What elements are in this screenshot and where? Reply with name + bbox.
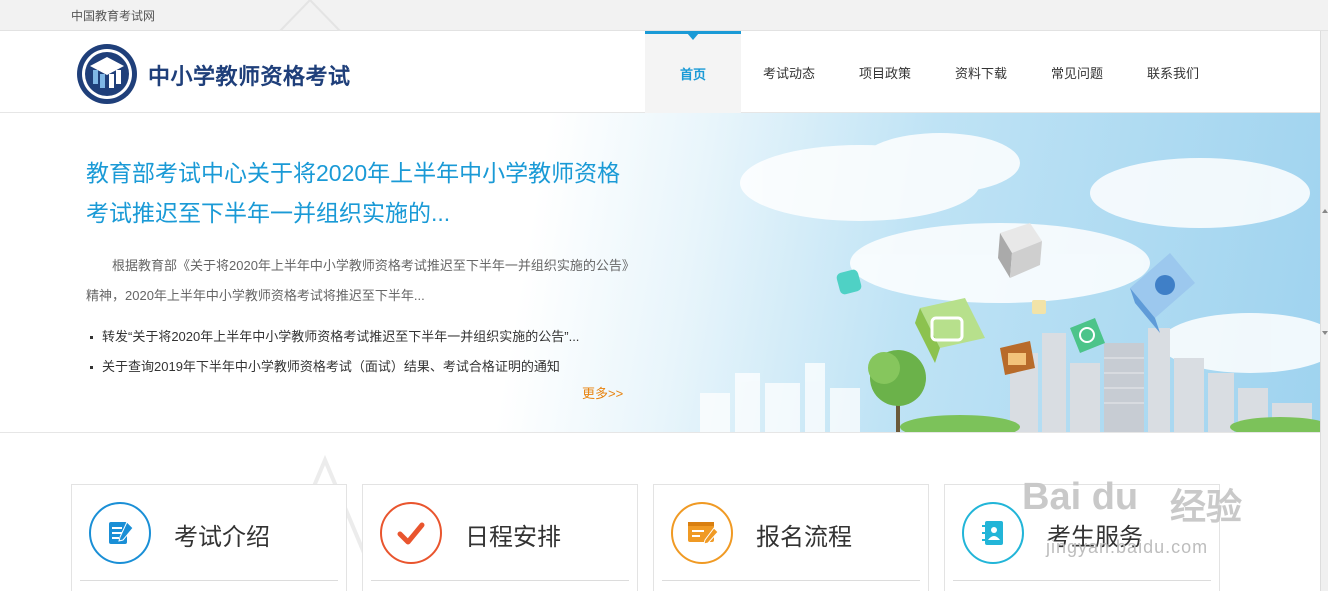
checkmark-icon — [380, 502, 442, 564]
card-divider — [371, 580, 629, 581]
nav-item-contact[interactable]: 联系我们 — [1125, 31, 1221, 113]
card-divider — [80, 580, 338, 581]
hero-banner: 教育部考试中心关于将2020年上半年中小学教师资格考试推迟至下半年一并组织实施的… — [0, 113, 1320, 433]
nav-item-faq[interactable]: 常见问题 — [1029, 31, 1125, 113]
headline-summary: 根据教育部《关于将2020年上半年中小学教师资格考试推迟至下半年一并组织实施的公… — [86, 258, 635, 303]
headline-link[interactable]: 教育部考试中心关于将2020年上半年中小学教师资格考试推迟至下半年一并组织实施的… — [86, 153, 626, 233]
exam-logo-icon[interactable] — [76, 43, 138, 105]
watermark-logo: Bai du — [1022, 476, 1139, 518]
card-title: 考试介绍 — [174, 524, 270, 551]
watermark-url: jingyan.baidu.com — [1046, 537, 1209, 557]
scroll-down-icon[interactable] — [1322, 331, 1328, 335]
nav-item-exam-news[interactable]: 考试动态 — [741, 31, 837, 113]
site-name-link[interactable]: 中国教育考试网 — [71, 7, 155, 24]
more-link[interactable]: 更多>> — [582, 383, 623, 402]
page-scrollbar[interactable] — [1320, 31, 1328, 591]
news-item[interactable]: 转发“关于将2020年上半年中小学教师资格考试推迟至下半年一并组织实施的公告”.… — [88, 322, 648, 352]
card-title: 报名流程 — [756, 524, 852, 551]
site-brand-title[interactable]: 中小学教师资格考试 — [148, 59, 351, 91]
document-pen-icon — [89, 502, 151, 564]
nav-item-downloads[interactable]: 资料下载 — [933, 31, 1029, 113]
main-nav: 首页 考试动态 项目政策 资料下载 常见问题 联系我们 — [645, 31, 1221, 113]
watermark-label: 经验 — [1170, 486, 1243, 527]
scroll-up-icon[interactable] — [1322, 209, 1328, 213]
form-pen-icon — [671, 502, 733, 564]
news-list: 转发“关于将2020年上半年中小学教师资格考试推迟至下半年一并组织实施的公告”.… — [88, 322, 648, 382]
background-triangle-decoration — [279, 0, 341, 31]
address-book-icon — [962, 502, 1024, 564]
card-schedule[interactable]: 日程安排 — [362, 484, 638, 591]
top-strip: 中国教育考试网 — [0, 0, 1328, 31]
card-title: 日程安排 — [465, 524, 561, 551]
card-exam-intro[interactable]: 考试介绍 — [71, 484, 347, 591]
card-divider — [662, 580, 920, 581]
nav-item-home[interactable]: 首页 — [645, 31, 741, 113]
header: 中小学教师资格考试 首页 考试动态 项目政策 资料下载 常见问题 联系我们 — [0, 31, 1328, 113]
news-item[interactable]: 关于查询2019年下半年中小学教师资格考试（面试）结果、考试合格证明的通知 — [88, 352, 648, 382]
card-registration[interactable]: 报名流程 — [653, 484, 929, 591]
card-divider — [953, 580, 1211, 581]
nav-item-policy[interactable]: 项目政策 — [837, 31, 933, 113]
